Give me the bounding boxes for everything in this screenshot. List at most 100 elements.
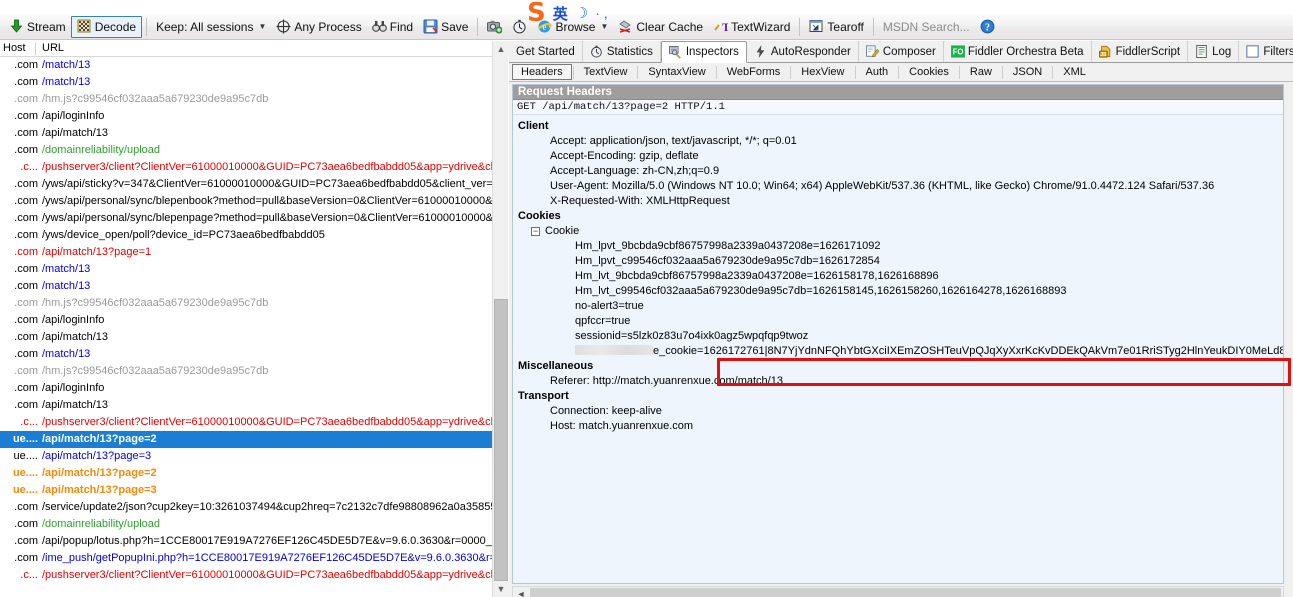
main-tab-log[interactable]: Log <box>1188 41 1240 62</box>
ime-mode-icon[interactable]: 英 <box>553 3 568 24</box>
inspector-horizontal-scrollbar[interactable]: ◄ <box>512 586 1284 597</box>
session-row[interactable]: .com/ime_push/getPopupIni.php?h=1CCE8001… <box>0 550 507 567</box>
column-header-host[interactable]: Host <box>3 42 26 54</box>
toolbar-separator-4 <box>872 17 874 36</box>
group-miscellaneous[interactable]: Miscellaneous <box>513 359 1283 374</box>
main-tab-bar[interactable]: Get Started Statistics Inspectors AutoRespo… <box>509 41 1293 63</box>
scroll-down-arrow-icon[interactable]: ▼ <box>493 581 509 597</box>
session-row[interactable]: .com/api/match/13 <box>0 329 507 346</box>
scroll-up-arrow-icon[interactable]: ▲ <box>493 41 509 57</box>
session-row[interactable]: .com/hm.js?c99546cf032aaa5a679230de9a95c… <box>0 91 507 108</box>
request-tab-json[interactable]: JSON <box>1004 64 1051 80</box>
session-row[interactable]: .com/api/loginInfo <box>0 380 507 397</box>
session-row[interactable]: .com/api/match/13 <box>0 397 507 414</box>
header-host: Host: match.yuanrenxue.com <box>550 420 694 432</box>
screenshot-button[interactable] <box>482 16 507 38</box>
request-tab-cookies[interactable]: Cookies <box>900 64 958 80</box>
chevron-down-icon[interactable]: ▼ <box>258 22 266 31</box>
scrollbar-thumb[interactable] <box>494 299 508 581</box>
column-divider[interactable] <box>35 43 36 55</box>
request-tab-syntaxview[interactable]: SyntaxView <box>639 64 714 80</box>
session-row[interactable]: .com/hm.js?c99546cf032aaa5a679230de9a95c… <box>0 363 507 380</box>
request-inspector-tab-bar[interactable]: Headers TextView SyntaxView WebForms HexView… <box>509 63 1293 82</box>
session-host: .com <box>14 195 38 207</box>
scroll-left-arrow-icon[interactable]: ◄ <box>513 587 529 597</box>
textwizard-button[interactable]: T TextWizard <box>708 16 795 38</box>
group-cookies[interactable]: Cookies <box>513 209 1283 224</box>
request-tab-textview[interactable]: TextView <box>575 64 637 80</box>
session-row[interactable]: .com/domainreliability/upload <box>0 516 507 533</box>
session-row[interactable]: .com/yws/device_open/poll?device_id=PC73… <box>0 227 507 244</box>
session-row[interactable]: .com/api/match/13?page=1 <box>0 244 507 261</box>
session-host: ue.... <box>12 433 38 445</box>
main-tab-label: Fiddler Orchestra Beta <box>967 45 1084 58</box>
any-process-button[interactable]: Any Process <box>271 16 366 38</box>
group-transport[interactable]: Transport <box>513 389 1283 404</box>
main-tab-fiddler-orchestra-beta[interactable]: FO Fiddler Orchestra Beta <box>944 41 1092 62</box>
help-button[interactable]: ? <box>975 16 1000 38</box>
horizontal-scrollbar-thumb[interactable] <box>530 588 1281 597</box>
sessions-rows[interactable]: .com/match/13 .com/match/13 .com/hm.js?c99… <box>0 57 507 597</box>
session-row[interactable]: .com/match/13 <box>0 278 507 295</box>
session-row[interactable]: ue.... /api/match/13?page=2 <box>0 431 507 448</box>
collapse-minus-icon[interactable]: − <box>531 227 540 236</box>
tab-separator <box>898 65 900 79</box>
request-tab-xml[interactable]: XML <box>1054 64 1095 80</box>
session-row[interactable]: .com/match/13 <box>0 346 507 363</box>
request-tab-hexview[interactable]: HexView <box>792 64 853 80</box>
request-tab-headers[interactable]: Headers <box>512 64 572 80</box>
headers-tree[interactable]: Client Accept: application/json, text/ja… <box>513 115 1283 434</box>
main-tab-composer[interactable]: Composer <box>859 41 944 62</box>
session-row[interactable]: .c... /pushserver3/client?ClientVer=61000… <box>0 414 507 431</box>
session-host: .com <box>14 144 38 156</box>
request-tab-auth[interactable]: Auth <box>857 64 898 80</box>
session-row[interactable]: .c... /pushserver3/client?ClientVer=61000… <box>0 159 507 176</box>
decode-button[interactable]: Decode <box>70 15 143 38</box>
ime-punctuation-icon[interactable]: · , <box>595 5 607 21</box>
sogou-ime-floating-bar[interactable]: S 英 ☽ · , <box>527 0 639 26</box>
main-tab-autoresponder[interactable]: AutoResponder <box>747 41 859 62</box>
ime-moon-icon[interactable]: ☽ <box>575 4 588 22</box>
session-row[interactable]: .com/yws/api/personal/sync/blepenpage?me… <box>0 210 507 227</box>
cookie-tree-node[interactable]: − Cookie <box>513 224 1283 239</box>
session-row[interactable]: .com/yws/api/sticky?v=347&ClientVer=6100… <box>0 176 507 193</box>
main-tab-filters[interactable]: Filters <box>1239 41 1293 62</box>
request-headers-inspector[interactable]: Request Headers GET /api/match/13?page=2… <box>512 84 1284 584</box>
sessions-vertical-scrollbar[interactable]: ▲ ▼ <box>492 41 509 597</box>
request-tab-webforms[interactable]: WebForms <box>718 64 790 80</box>
tearoff-button[interactable]: Tearoff <box>804 16 868 38</box>
session-row[interactable]: .com/api/match/13 <box>0 125 507 142</box>
group-client[interactable]: Client <box>513 119 1283 134</box>
main-tab-get-started[interactable]: Get Started <box>509 41 583 62</box>
sessions-list-panel[interactable]: Host URL .com/match/13 .com/match/13 .com /… <box>0 41 508 597</box>
msdn-search-field[interactable]: MSDN Search... <box>878 16 975 38</box>
session-row[interactable]: .com/api/popup/lotus.php?h=1CCE80017E919… <box>0 533 507 550</box>
session-host: .com <box>14 314 38 326</box>
session-row[interactable]: .com/match/13 <box>0 57 507 74</box>
session-row[interactable]: .com/match/13 <box>0 261 507 278</box>
sogou-logo-icon[interactable]: S <box>527 0 546 26</box>
session-row[interactable]: ue.... /api/match/13?page=3 <box>0 482 507 499</box>
session-row[interactable]: .c... /pushserver3/client?ClientVer=61000… <box>0 567 507 584</box>
session-row[interactable]: .com/api/loginInfo <box>0 108 507 125</box>
session-row[interactable]: .com/match/13 <box>0 74 507 91</box>
session-row[interactable]: ue.... /api/match/13?page=3 <box>0 448 507 465</box>
tearoff-icon <box>809 19 824 34</box>
session-url: /match/13 <box>42 76 91 88</box>
inspectors-panel[interactable]: Get Started Statistics Inspectors AutoRespo… <box>509 41 1293 597</box>
find-button[interactable]: Find <box>367 16 418 38</box>
keep-sessions-dropdown[interactable]: Keep: All sessions ▼ <box>151 16 271 38</box>
save-button[interactable]: Save <box>418 16 473 38</box>
stream-button[interactable]: Stream <box>4 16 71 38</box>
main-tab-fiddlerscript[interactable]: JS FiddlerScript <box>1092 41 1189 62</box>
session-row[interactable]: .com/api/loginInfo <box>0 312 507 329</box>
session-row[interactable]: ue.... /api/match/13?page=2 <box>0 465 507 482</box>
column-header-url[interactable]: URL <box>42 42 64 54</box>
session-row[interactable]: .com/domainreliability/upload <box>0 142 507 159</box>
main-tab-statistics[interactable]: Statistics <box>583 41 661 62</box>
session-row[interactable]: .com/service/update2/json?cup2key=10:326… <box>0 499 507 516</box>
main-tab-inspectors[interactable]: Inspectors <box>660 41 747 63</box>
request-tab-raw[interactable]: Raw <box>961 64 1001 80</box>
session-row[interactable]: .com/yws/api/personal/sync/blepenbook?me… <box>0 193 507 210</box>
session-row[interactable]: .com/hm.js?c99546cf032aaa5a679230de9a95c… <box>0 295 507 312</box>
